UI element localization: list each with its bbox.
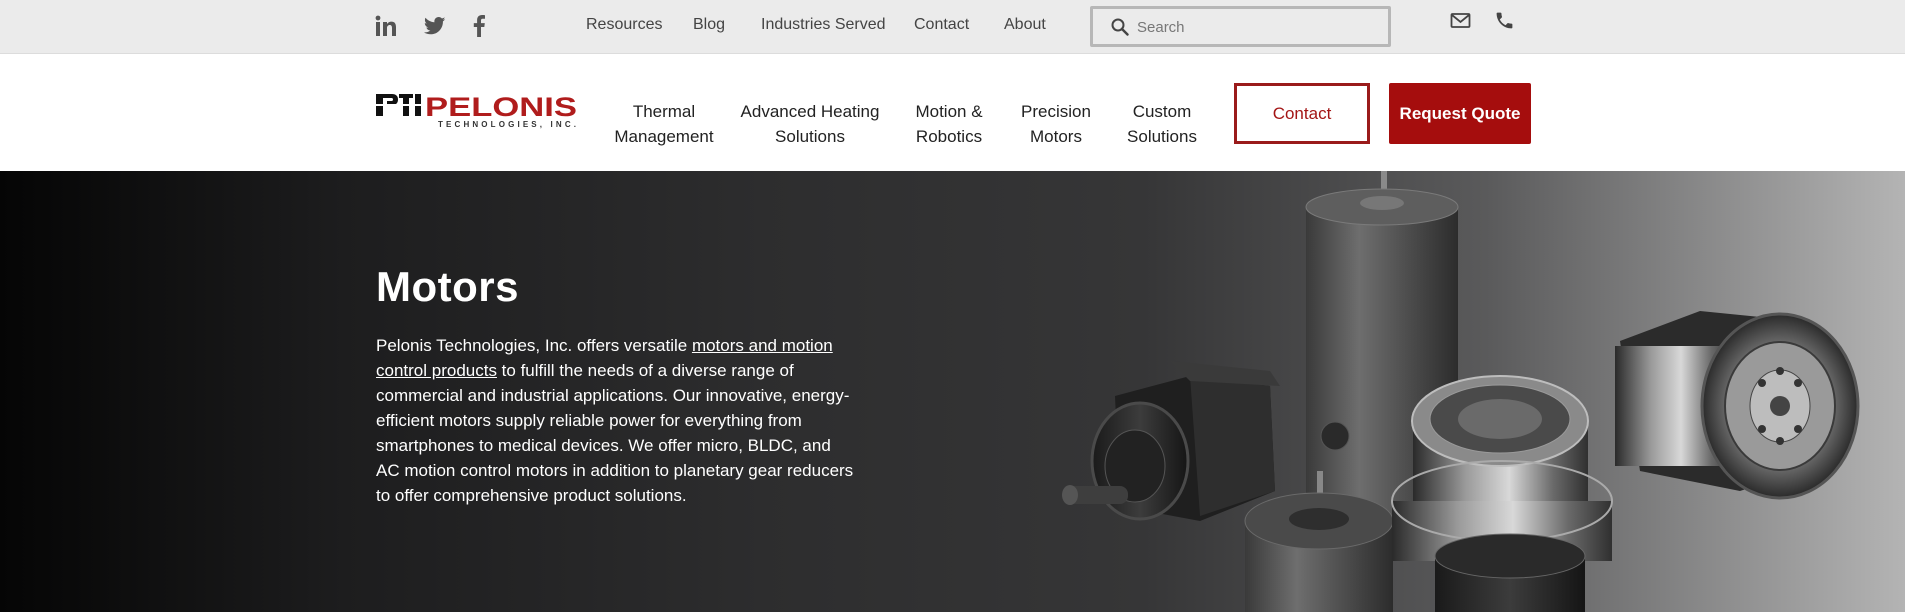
link-blog[interactable]: Blog <box>693 16 725 34</box>
twitter-icon[interactable] <box>422 14 448 38</box>
nav-label-line1: Custom <box>1132 102 1192 121</box>
hero-text-body: to fulfill the needs of a diverse range … <box>376 361 854 505</box>
nav-label-line1: Precision <box>1021 102 1091 121</box>
nav-custom-solutions[interactable]: Custom Solutions <box>1112 99 1212 149</box>
link-resources[interactable]: Resources <box>586 16 662 34</box>
link-industries-served[interactable]: Industries Served <box>761 16 886 34</box>
link-contact[interactable]: Contact <box>914 16 969 34</box>
search-icon <box>1111 18 1129 36</box>
main-navigation: PELONIS TECHNOLOGIES, INC. Thermal Manag… <box>0 54 1905 171</box>
request-quote-button[interactable]: Request Quote <box>1389 83 1531 144</box>
company-logo[interactable]: PELONIS TECHNOLOGIES, INC. <box>376 92 578 130</box>
nav-label-line1: Advanced Heating <box>740 102 880 121</box>
nav-motion-robotics[interactable]: Motion & Robotics <box>898 99 1000 149</box>
linkedin-icon[interactable] <box>374 14 398 38</box>
link-about[interactable]: About <box>1004 16 1046 34</box>
nav-label-line1: Thermal <box>632 102 696 121</box>
hero-description: Pelonis Technologies, Inc. offers versat… <box>376 333 854 508</box>
utility-bar: Resources Blog Industries Served Contact… <box>0 0 1905 54</box>
hero-text-intro: Pelonis Technologies, Inc. offers versat… <box>376 336 692 355</box>
search-input[interactable] <box>1137 15 1377 39</box>
nav-thermal-management[interactable]: Thermal Management <box>604 99 724 149</box>
nav-label-line2: Robotics <box>915 127 983 146</box>
facebook-icon[interactable] <box>470 14 488 38</box>
nav-label-line2: Motors <box>1030 127 1082 146</box>
phone-icon[interactable] <box>1494 10 1515 36</box>
contact-button[interactable]: Contact <box>1234 83 1370 144</box>
nav-precision-motors[interactable]: Precision Motors <box>1006 99 1106 149</box>
svg-text:PELONIS: PELONIS <box>425 94 577 122</box>
nav-advanced-heating-solutions[interactable]: Advanced Heating Solutions <box>730 99 890 149</box>
search-box[interactable] <box>1090 6 1391 47</box>
motors-product-image <box>1062 171 1860 612</box>
nav-label-line1: Motion & <box>915 102 983 121</box>
nav-label-line2: Solutions <box>1127 127 1197 146</box>
nav-label-line2: Management <box>614 127 714 146</box>
mail-icon[interactable] <box>1450 10 1471 36</box>
nav-label-line2: Solutions <box>775 127 845 146</box>
hero-banner: Motors Pelonis Technologies, Inc. offers… <box>0 171 1905 612</box>
page-title: Motors <box>376 263 519 310</box>
